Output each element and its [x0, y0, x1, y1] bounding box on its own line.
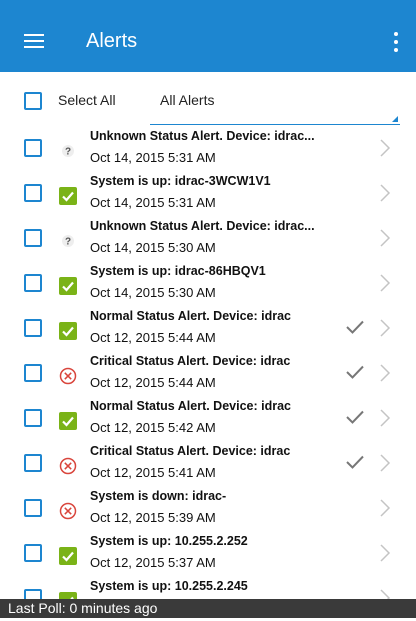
- alert-timestamp: Oct 14, 2015 5:30 AM: [90, 285, 216, 300]
- alert-timestamp: Oct 14, 2015 5:31 AM: [90, 195, 216, 210]
- alert-checkbox[interactable]: [24, 409, 42, 427]
- alert-checkbox[interactable]: [24, 544, 42, 562]
- status-ok-icon: [59, 187, 77, 205]
- alert-title: System is up: idrac-86HBQV1: [90, 264, 266, 278]
- last-poll-text: Last Poll: 0 minutes ago: [8, 600, 158, 616]
- alert-title: System is up: idrac-3WCW1V1: [90, 174, 271, 188]
- status-bar: Last Poll: 0 minutes ago: [0, 599, 416, 618]
- dropdown-triangle-icon: [392, 116, 398, 122]
- chevron-right-icon[interactable]: [378, 228, 392, 248]
- alert-title: Normal Status Alert. Device: idrac: [90, 399, 291, 413]
- select-all-checkbox[interactable]: [24, 92, 42, 110]
- chevron-right-icon[interactable]: [378, 498, 392, 518]
- alert-title: Critical Status Alert. Device: idrac: [90, 354, 291, 368]
- alert-timestamp: Oct 12, 2015 5:39 AM: [90, 510, 216, 525]
- alert-checkbox[interactable]: [24, 184, 42, 202]
- acknowledged-check-icon: [345, 454, 365, 470]
- chevron-right-icon[interactable]: [378, 408, 392, 428]
- alert-timestamp: Oct 12, 2015 5:37 AM: [90, 555, 216, 570]
- select-all-row: Select All All Alerts: [0, 72, 416, 126]
- alert-title: Critical Status Alert. Device: idrac: [90, 444, 291, 458]
- hamburger-menu-icon[interactable]: [24, 34, 44, 50]
- svg-text:?: ?: [65, 237, 71, 248]
- status-unknown-icon: ?: [59, 232, 77, 250]
- status-ok-icon: [59, 322, 77, 340]
- alert-title: System is down: idrac-: [90, 489, 227, 503]
- acknowledged-check-icon: [345, 364, 365, 380]
- alert-timestamp: Oct 14, 2015 5:30 AM: [90, 240, 216, 255]
- alert-row[interactable]: System is up: idrac-86HBQV1 Oct 14, 2015 …: [0, 261, 416, 306]
- alert-row[interactable]: System is down: idrac- Oct 12, 2015 5:39 …: [0, 486, 416, 531]
- status-critical-icon: [59, 367, 77, 385]
- alert-checkbox[interactable]: [24, 499, 42, 517]
- alert-checkbox[interactable]: [24, 364, 42, 382]
- alert-checkbox[interactable]: [24, 454, 42, 472]
- chevron-right-icon[interactable]: [378, 273, 392, 293]
- alert-timestamp: Oct 12, 2015 5:41 AM: [90, 465, 216, 480]
- acknowledged-check-icon: [345, 319, 365, 335]
- status-ok-icon: [59, 277, 77, 295]
- more-vertical-icon[interactable]: [393, 32, 399, 54]
- alert-title: Unknown Status Alert. Device: idrac...: [90, 219, 315, 233]
- alert-row[interactable]: Normal Status Alert. Device: idrac Oct 12…: [0, 306, 416, 351]
- alert-filter-value: All Alerts: [160, 92, 215, 108]
- alert-row[interactable]: ? Unknown Status Alert. Device: idrac... O…: [0, 216, 416, 261]
- status-ok-icon: [59, 412, 77, 430]
- alert-timestamp: Oct 12, 2015 5:44 AM: [90, 375, 216, 390]
- alert-checkbox[interactable]: [24, 139, 42, 157]
- alert-row[interactable]: Normal Status Alert. Device: idrac Oct 12…: [0, 396, 416, 441]
- status-critical-icon: [59, 502, 77, 520]
- alert-title: System is up: 10.255.2.245: [90, 579, 248, 593]
- alert-checkbox[interactable]: [24, 274, 42, 292]
- alert-filter-dropdown[interactable]: All Alerts: [150, 86, 400, 125]
- alert-title: Unknown Status Alert. Device: idrac...: [90, 129, 315, 143]
- alert-title: System is up: 10.255.2.252: [90, 534, 248, 548]
- alert-timestamp: Oct 12, 2015 5:44 AM: [90, 330, 216, 345]
- page-title: Alerts: [86, 30, 138, 52]
- status-critical-icon: [59, 457, 77, 475]
- alert-timestamp: Oct 14, 2015 5:31 AM: [90, 150, 216, 165]
- alert-row[interactable]: Critical Status Alert. Device: idrac Oct …: [0, 351, 416, 396]
- alert-row[interactable]: ? Unknown Status Alert. Device: idrac... O…: [0, 126, 416, 171]
- status-ok-icon: [59, 547, 77, 565]
- alert-row[interactable]: System is up: 10.255.2.252 Oct 12, 2015 5…: [0, 531, 416, 576]
- svg-text:?: ?: [65, 147, 71, 158]
- status-unknown-icon: ?: [59, 142, 77, 160]
- alert-timestamp: Oct 12, 2015 5:42 AM: [90, 420, 216, 435]
- chevron-right-icon[interactable]: [378, 183, 392, 203]
- alert-checkbox[interactable]: [24, 229, 42, 247]
- alert-checkbox[interactable]: [24, 319, 42, 337]
- chevron-right-icon[interactable]: [378, 138, 392, 158]
- chevron-right-icon[interactable]: [378, 363, 392, 383]
- alert-row[interactable]: Critical Status Alert. Device: idrac Oct …: [0, 441, 416, 486]
- select-all-label[interactable]: Select All: [58, 92, 116, 108]
- app-bar: Alerts: [0, 0, 416, 72]
- chevron-right-icon[interactable]: [378, 543, 392, 563]
- acknowledged-check-icon: [345, 409, 365, 425]
- alert-title: Normal Status Alert. Device: idrac: [90, 309, 291, 323]
- chevron-right-icon[interactable]: [378, 453, 392, 473]
- alert-row[interactable]: System is up: idrac-3WCW1V1 Oct 14, 2015 …: [0, 171, 416, 216]
- chevron-right-icon[interactable]: [378, 318, 392, 338]
